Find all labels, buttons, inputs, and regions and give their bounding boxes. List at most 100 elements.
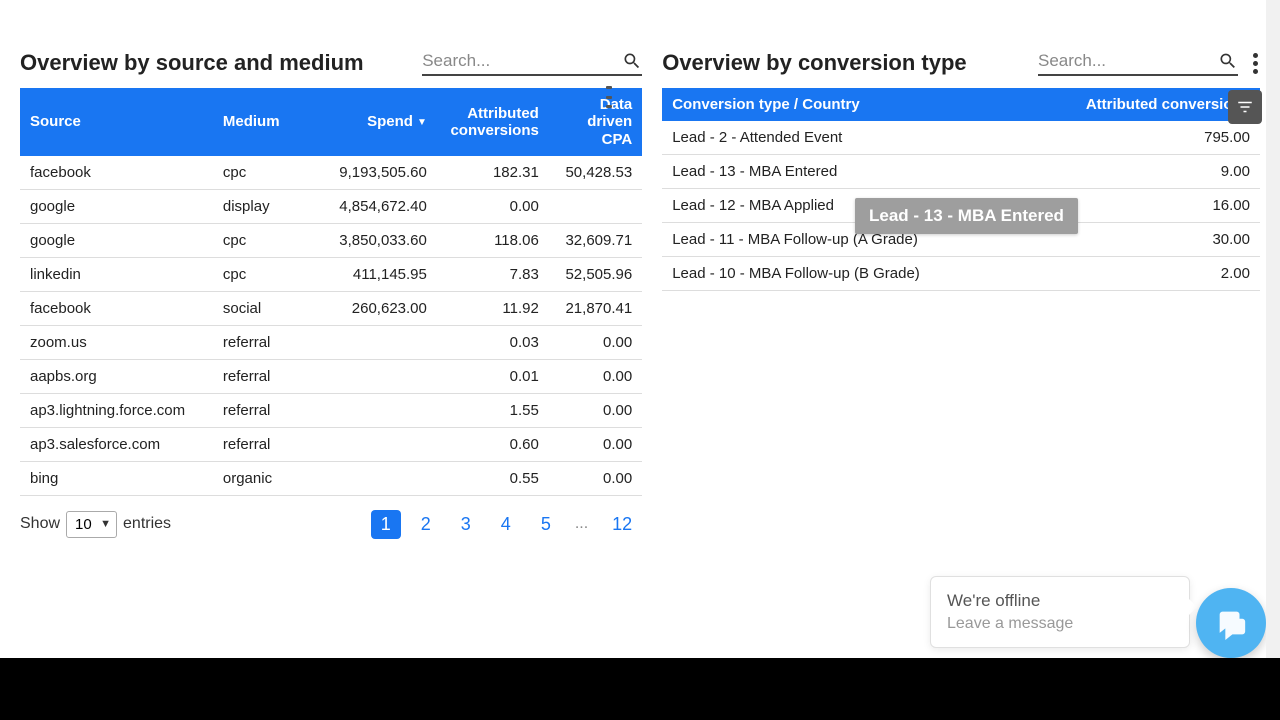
- cell-medium: social: [213, 291, 306, 325]
- entries-select[interactable]: 10: [66, 511, 117, 538]
- cell-source: ap3.lightning.force.com: [20, 393, 213, 427]
- cell-spend: 3,850,033.60: [306, 223, 437, 257]
- search-input-left[interactable]: [422, 51, 622, 71]
- table-row[interactable]: bingorganic 0.550.00: [20, 461, 642, 495]
- cell-cpa: 32,609.71: [549, 223, 642, 257]
- table-row[interactable]: linkedincpc411,145.957.8352,505.96: [20, 257, 642, 291]
- cell-source: ap3.salesforce.com: [20, 427, 213, 461]
- table-row[interactable]: Lead - 2 - Attended Event795.00: [662, 121, 1260, 155]
- col-conversion-type[interactable]: Conversion type / Country: [662, 88, 1057, 121]
- cell-cpa: 0.00: [549, 427, 642, 461]
- col-spend[interactable]: Spend▼: [306, 88, 437, 156]
- cell-cpa: 52,505.96: [549, 257, 642, 291]
- cell-medium: referral: [213, 393, 306, 427]
- cell-source: zoom.us: [20, 325, 213, 359]
- search-right[interactable]: [1038, 50, 1238, 76]
- cell-source: facebook: [20, 291, 213, 325]
- page-3[interactable]: 3: [451, 510, 481, 539]
- chat-icon: [1214, 606, 1248, 640]
- cell-cpa: [549, 189, 642, 223]
- table-row[interactable]: Lead - 10 - MBA Follow-up (B Grade)2.00: [662, 257, 1260, 291]
- pagination: 12345...12: [371, 510, 642, 539]
- cell-conversions: 0.55: [437, 461, 549, 495]
- cell-medium: organic: [213, 461, 306, 495]
- cell-conversion-type: Lead - 2 - Attended Event: [662, 121, 1057, 155]
- col-medium[interactable]: Medium: [213, 88, 306, 156]
- table-conversion-type: Conversion type / Country Attributed con…: [662, 88, 1260, 291]
- table-row[interactable]: zoom.usreferral 0.030.00: [20, 325, 642, 359]
- page-ellipsis: ...: [571, 515, 592, 533]
- chat-subtitle: Leave a message: [947, 615, 1173, 633]
- table-row[interactable]: googlecpc3,850,033.60118.0632,609.71: [20, 223, 642, 257]
- cell-spend: [306, 393, 437, 427]
- panel-conversion-type: Overview by conversion type Conversion t…: [662, 50, 1260, 539]
- page-2[interactable]: 2: [411, 510, 441, 539]
- page-12[interactable]: 12: [602, 510, 642, 539]
- cell-source: aapbs.org: [20, 359, 213, 393]
- page-5[interactable]: 5: [531, 510, 561, 539]
- table-row[interactable]: ap3.lightning.force.comreferral1.550.00: [20, 393, 642, 427]
- col-data-driven-cpa[interactable]: DatadrivenCPA: [549, 88, 642, 156]
- filter-button[interactable]: [1228, 90, 1262, 124]
- cell-medium: referral: [213, 325, 306, 359]
- search-icon[interactable]: [1218, 50, 1238, 72]
- cell-conversions: 2.00: [1057, 257, 1260, 291]
- cell-conversions: 30.00: [1057, 223, 1260, 257]
- cell-conversions: 182.31: [437, 156, 549, 190]
- cell-conversions: 0.60: [437, 427, 549, 461]
- table-row[interactable]: facebookcpc9,193,505.60182.3150,428.53: [20, 156, 642, 190]
- cell-conversions: 7.83: [437, 257, 549, 291]
- cell-cpa: 0.00: [549, 359, 642, 393]
- filter-icon: [1236, 98, 1254, 116]
- cell-medium: display: [213, 189, 306, 223]
- resize-handle[interactable]: [606, 86, 612, 108]
- cell-source: google: [20, 189, 213, 223]
- panel-title-left: Overview by source and medium: [20, 50, 364, 76]
- tooltip: Lead - 13 - MBA Entered: [855, 198, 1078, 234]
- chat-popup[interactable]: We're offline Leave a message: [930, 576, 1190, 648]
- bottom-bar: [0, 658, 1280, 720]
- cell-medium: cpc: [213, 257, 306, 291]
- cell-medium: cpc: [213, 223, 306, 257]
- col-source[interactable]: Source: [20, 88, 213, 156]
- table-row[interactable]: facebooksocial260,623.0011.9221,870.41: [20, 291, 642, 325]
- search-icon[interactable]: [622, 50, 642, 72]
- cell-spend: 9,193,505.60: [306, 156, 437, 190]
- search-left[interactable]: [422, 50, 642, 76]
- page-1[interactable]: 1: [371, 510, 401, 539]
- table-row[interactable]: Lead - 13 - MBA Entered9.00: [662, 155, 1260, 189]
- cell-source: google: [20, 223, 213, 257]
- page-4[interactable]: 4: [491, 510, 521, 539]
- cell-cpa: 0.00: [549, 325, 642, 359]
- sort-desc-icon: ▼: [417, 117, 427, 128]
- cell-cpa: 50,428.53: [549, 156, 642, 190]
- cell-conversions: 9.00: [1057, 155, 1260, 189]
- chat-fab[interactable]: [1196, 588, 1266, 658]
- panel-title-right: Overview by conversion type: [662, 50, 966, 76]
- vertical-scrollbar[interactable]: [1266, 0, 1280, 658]
- cell-conversions: 11.92: [437, 291, 549, 325]
- table-row[interactable]: googledisplay4,854,672.400.00: [20, 189, 642, 223]
- search-input-right[interactable]: [1038, 51, 1218, 71]
- table-row[interactable]: ap3.salesforce.comreferral0.600.00: [20, 427, 642, 461]
- cell-medium: referral: [213, 359, 306, 393]
- table-source-medium: Source Medium Spend▼ Attributedconversio…: [20, 88, 642, 496]
- cell-source: bing: [20, 461, 213, 495]
- panel-source-medium: Overview by source and medium Source Med…: [20, 50, 642, 539]
- table-row[interactable]: aapbs.orgreferral 0.010.00: [20, 359, 642, 393]
- cell-conversions: 0.03: [437, 325, 549, 359]
- cell-spend: [306, 325, 437, 359]
- cell-cpa: 21,870.41: [549, 291, 642, 325]
- cell-conversions: 0.01: [437, 359, 549, 393]
- kebab-menu[interactable]: [1250, 53, 1260, 74]
- cell-spend: 411,145.95: [306, 257, 437, 291]
- cell-source: linkedin: [20, 257, 213, 291]
- cell-spend: [306, 359, 437, 393]
- cell-source: facebook: [20, 156, 213, 190]
- cell-cpa: 0.00: [549, 461, 642, 495]
- cell-cpa: 0.00: [549, 393, 642, 427]
- cell-conversion-type: Lead - 13 - MBA Entered: [662, 155, 1057, 189]
- cell-conversions: 795.00: [1057, 121, 1260, 155]
- cell-spend: 4,854,672.40: [306, 189, 437, 223]
- col-attributed-conversions[interactable]: Attributedconversions: [437, 88, 549, 156]
